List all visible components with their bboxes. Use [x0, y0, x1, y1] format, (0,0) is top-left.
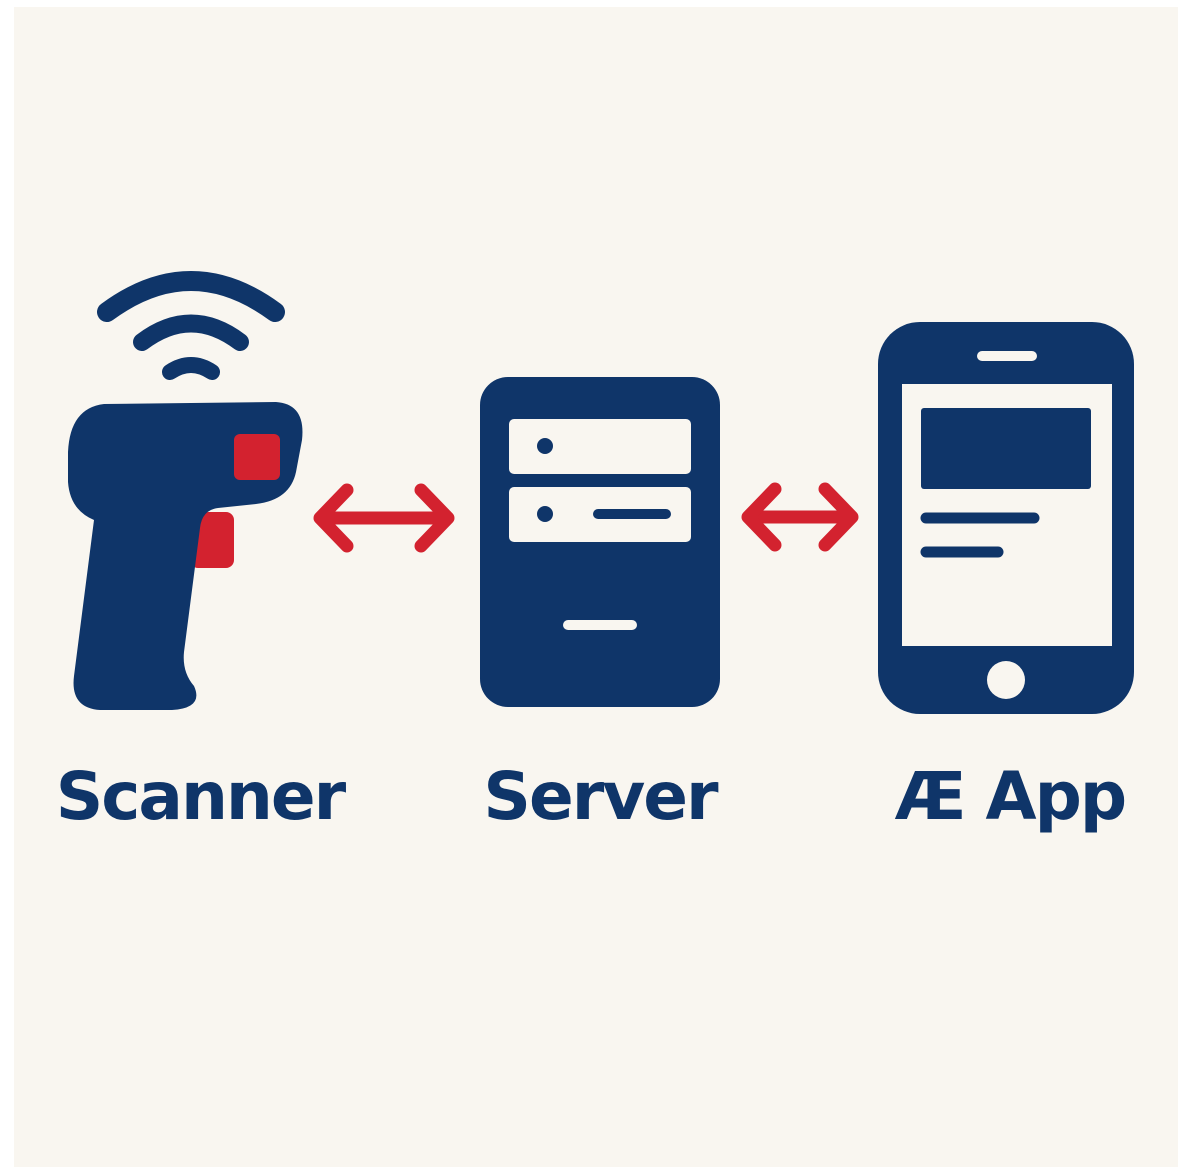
scanner-window [234, 434, 280, 480]
node-label-scanner: Scanner [55, 758, 346, 835]
screen-banner [921, 408, 1091, 489]
server-icon [480, 377, 720, 707]
phone-home-button-icon [987, 661, 1025, 699]
double-arrow-icon [313, 483, 455, 553]
server-drive-top [509, 419, 691, 474]
node-label-app: Æ App [894, 758, 1127, 835]
wireless-signal-icon [97, 271, 285, 380]
server-led-icon [537, 506, 553, 522]
server-led-icon [537, 438, 553, 454]
node-label-server: Server [483, 758, 718, 835]
barcode-scanner-icon [68, 271, 303, 710]
double-arrow-icon [741, 482, 859, 552]
diagram [68, 271, 1134, 714]
smartphone-icon [878, 322, 1134, 714]
